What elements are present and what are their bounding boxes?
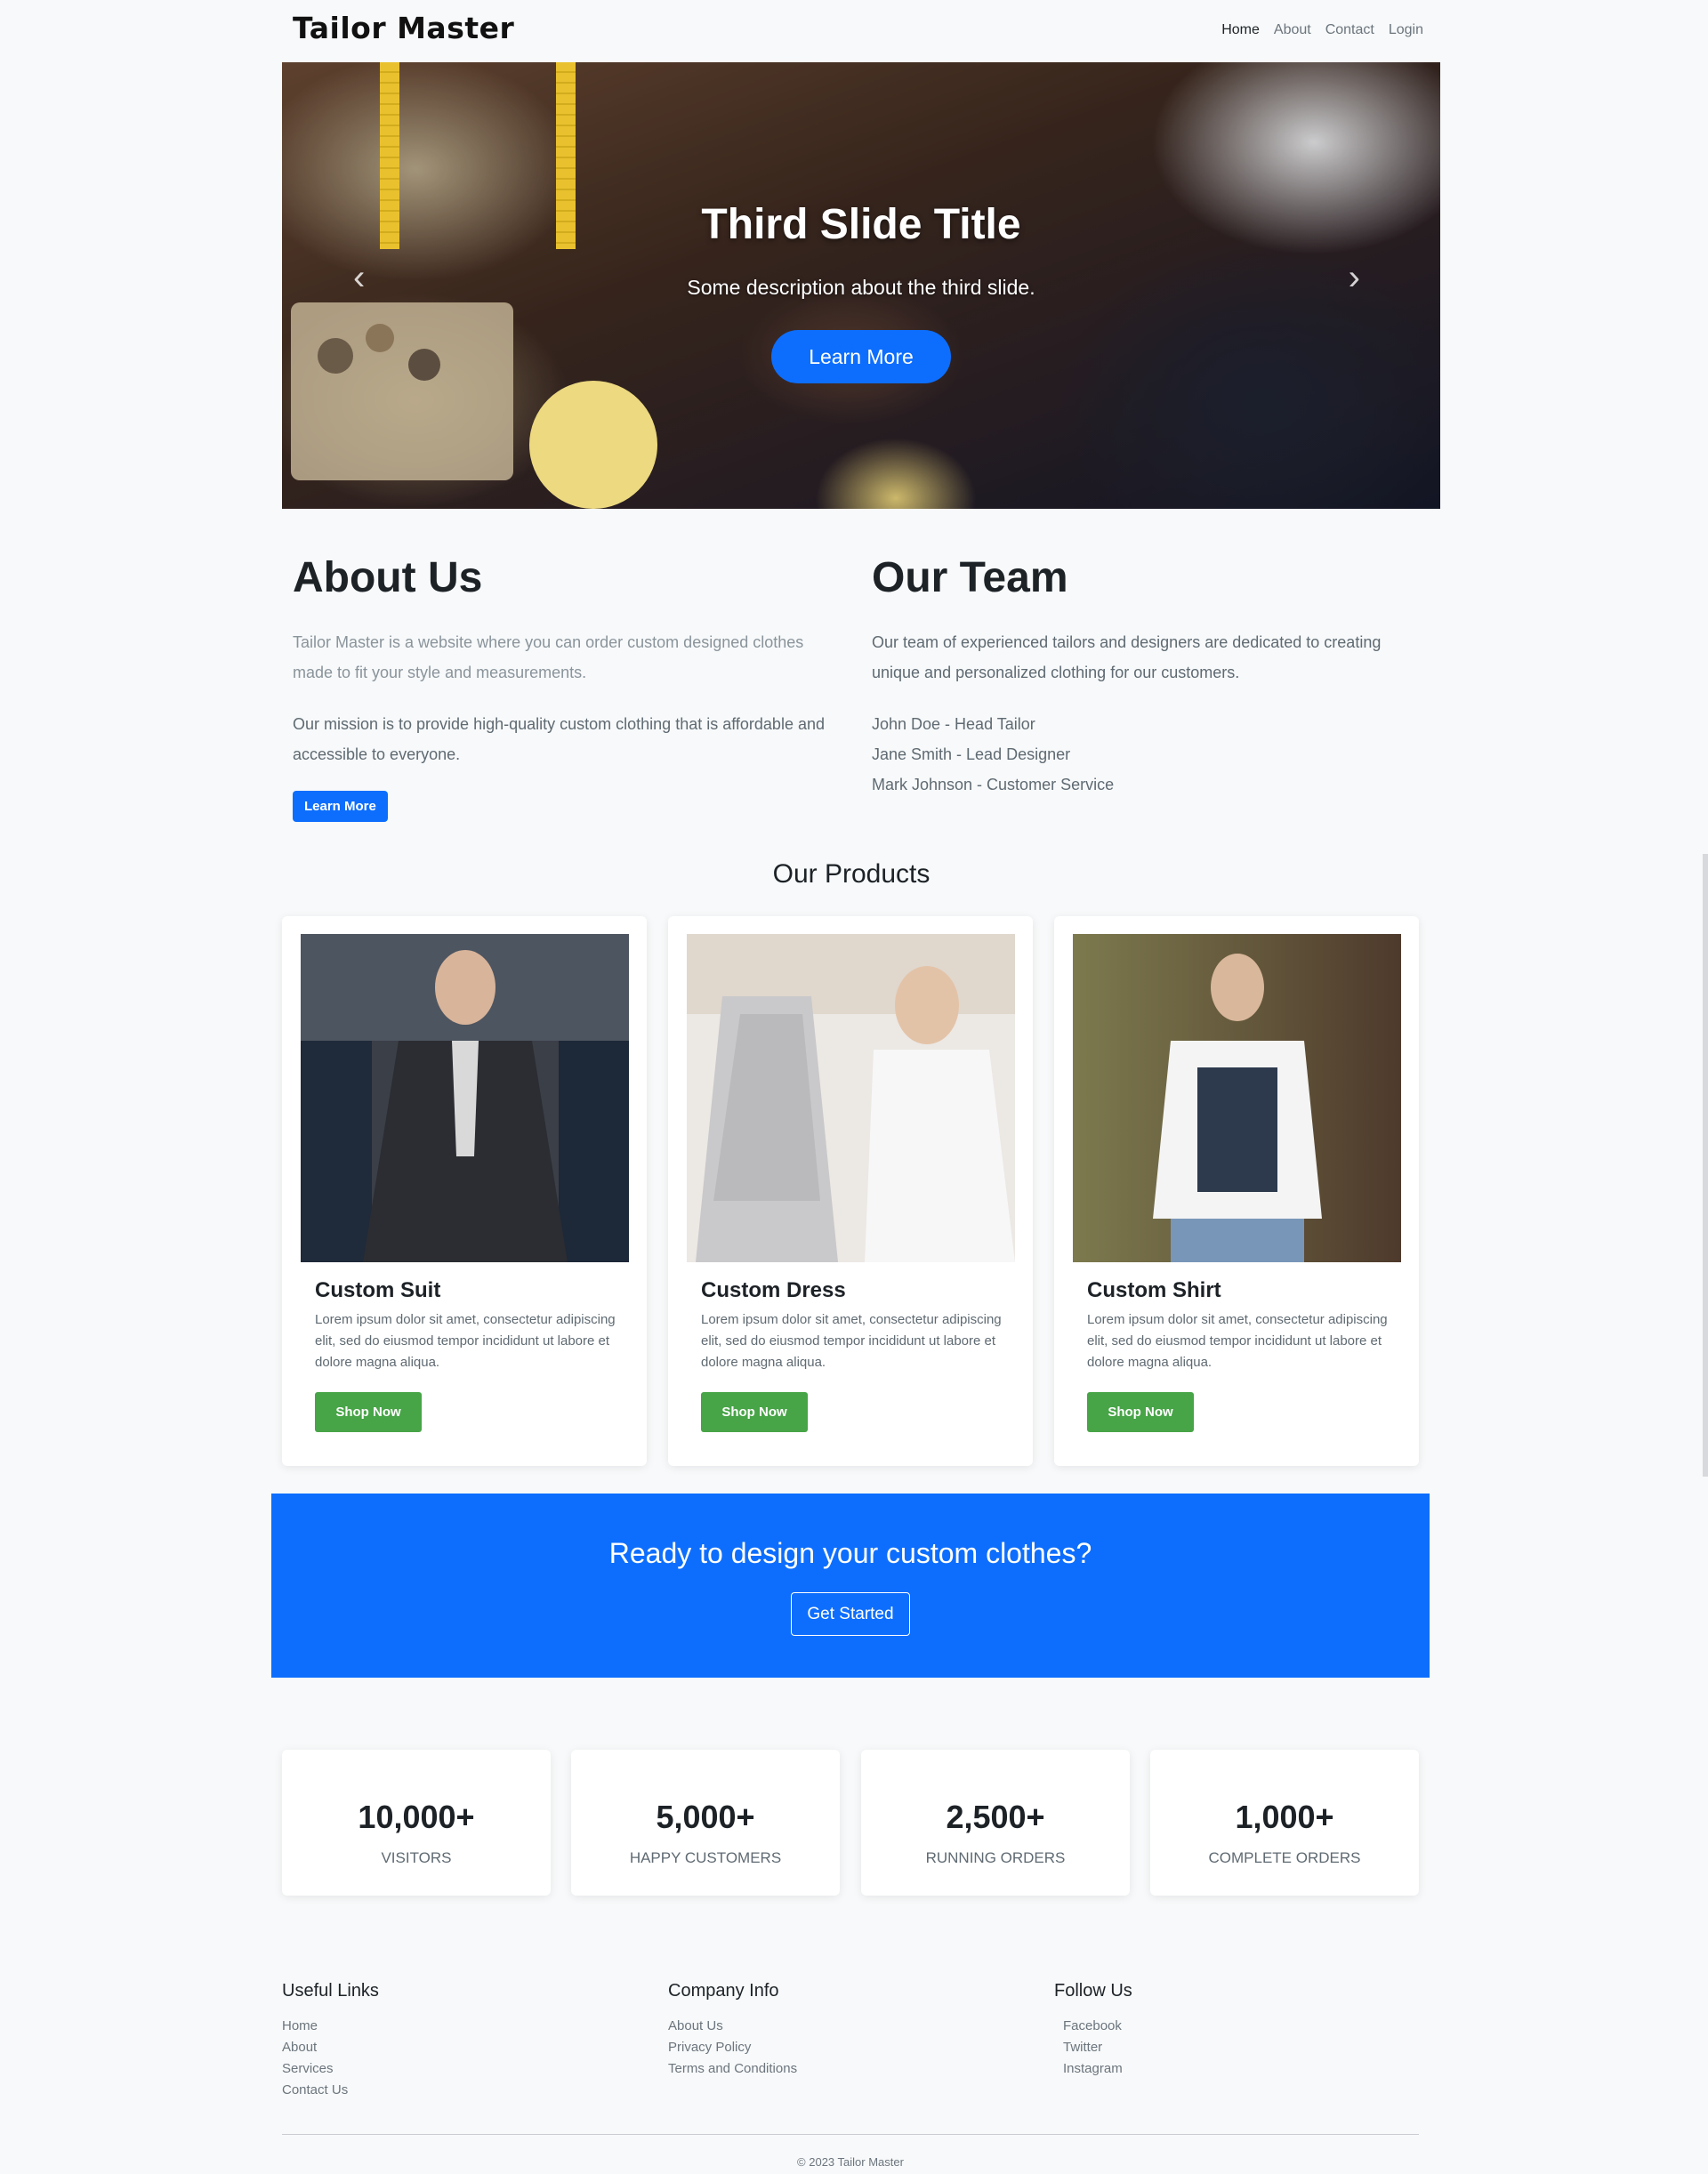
stat-card: 10,000+ VISITORS: [282, 1750, 551, 1896]
shop-now-button[interactable]: Shop Now: [1087, 1392, 1194, 1432]
stat-value: 2,500+: [946, 1799, 1045, 1835]
brand-logo[interactable]: Tailor Master: [293, 11, 514, 45]
stat-card: 5,000+ HAPPY CUSTOMERS: [571, 1750, 840, 1896]
yarn-ball-image: [529, 381, 657, 509]
about-title: About Us: [293, 554, 483, 601]
stat-label: COMPLETE ORDERS: [1208, 1849, 1361, 1866]
nav-contact-link[interactable]: Contact: [1325, 22, 1374, 38]
footer-useful-links: Useful Links Home About Services Contact…: [282, 1981, 379, 2101]
products-title: Our Products: [772, 859, 931, 889]
product-card: Custom Shirt Lorem ipsum dolor sit amet,…: [1054, 916, 1419, 1466]
nav-links: Home About Contact Login: [1221, 22, 1423, 38]
custom-shirt-image: [1073, 934, 1401, 1262]
copyright: © 2023 Tailor Master: [797, 2155, 904, 2169]
hero-learn-more-button[interactable]: Learn More: [771, 330, 951, 383]
footer-company-info: Company Info About Us Privacy Policy Ter…: [668, 1981, 797, 2080]
team-intro: Our team of experienced tailors and desi…: [872, 633, 1382, 681]
about-paragraph: Tailor Master is a website where you can…: [293, 633, 804, 681]
product-description: Lorem ipsum dolor sit amet, consectetur …: [315, 1312, 616, 1370]
nav-login-link[interactable]: Login: [1389, 22, 1423, 38]
footer-link-privacy[interactable]: Privacy Policy: [668, 2037, 797, 2058]
stat-value: 5,000+: [656, 1799, 755, 1835]
stat-label: RUNNING ORDERS: [925, 1849, 1066, 1866]
product-description: Lorem ipsum dolor sit amet, consectetur …: [1087, 1312, 1388, 1370]
footer-divider: [282, 2134, 1419, 2135]
scrollbar[interactable]: [1703, 854, 1708, 1477]
team-title: Our Team: [872, 554, 1068, 601]
footer-heading: Follow Us: [1054, 1981, 1132, 2001]
footer-heading: Useful Links: [282, 1981, 379, 2001]
team-member: John Doe - Head Tailor: [872, 715, 1035, 733]
mission-paragraph: Our mission is to provide high-quality c…: [293, 715, 825, 763]
product-name: Custom Shirt: [1087, 1278, 1221, 1302]
product-name: Custom Suit: [315, 1278, 441, 1302]
footer-follow-us: Follow Us Facebook Twitter Instagram: [1054, 1981, 1132, 2080]
custom-suit-image: [301, 934, 629, 1262]
cta-banner: Ready to design your custom clothes? Get…: [271, 1494, 1430, 1678]
footer-link-about[interactable]: About: [282, 2037, 379, 2058]
about-section: About Us Tailor Master is a website wher…: [282, 509, 1440, 850]
footer-link-contact[interactable]: Contact Us: [282, 2080, 379, 2101]
team-list: John Doe - Head Tailor Jane Smith - Lead…: [872, 709, 1423, 800]
nav-home-link[interactable]: Home: [1221, 22, 1260, 38]
team-member: Jane Smith - Lead Designer: [872, 745, 1071, 763]
footer-heading: Company Info: [668, 1981, 779, 2001]
footer-link-twitter[interactable]: Twitter: [1054, 2037, 1132, 2058]
footer-link-about-us[interactable]: About Us: [668, 2016, 797, 2037]
footer-link-terms[interactable]: Terms and Conditions: [668, 2058, 797, 2080]
shop-now-button[interactable]: Shop Now: [701, 1392, 808, 1432]
footer-link-services[interactable]: Services: [282, 2058, 379, 2080]
team-member: Mark Johnson - Customer Service: [872, 776, 1115, 793]
stat-label: HAPPY CUSTOMERS: [629, 1849, 782, 1866]
nav-about-link[interactable]: About: [1274, 22, 1311, 38]
stat-card: 1,000+ COMPLETE ORDERS: [1150, 1750, 1419, 1896]
stat-value: 1,000+: [1235, 1799, 1334, 1835]
shop-now-button[interactable]: Shop Now: [315, 1392, 422, 1432]
custom-dress-image: [687, 934, 1015, 1262]
product-card: Custom Dress Lorem ipsum dolor sit amet,…: [668, 916, 1033, 1466]
footer-link-instagram[interactable]: Instagram: [1054, 2058, 1132, 2080]
navbar: Tailor Master Home About Contact Login: [282, 0, 1440, 62]
stat-label: VISITORS: [381, 1849, 452, 1866]
get-started-button[interactable]: Get Started: [791, 1592, 910, 1636]
product-description: Lorem ipsum dolor sit amet, consectetur …: [701, 1312, 1002, 1370]
footer-link-facebook[interactable]: Facebook: [1054, 2016, 1132, 2037]
about-us-column: About Us Tailor Master is a website wher…: [293, 553, 844, 822]
product-name: Custom Dress: [701, 1278, 846, 1302]
product-card: Custom Suit Lorem ipsum dolor sit amet, …: [282, 916, 647, 1466]
footer-link-home[interactable]: Home: [282, 2016, 379, 2037]
hero-carousel: ‹ › Third Slide Title Some description a…: [282, 62, 1440, 509]
hero-title: Third Slide Title: [701, 201, 1021, 248]
hero-description: Some description about the third slide.: [687, 276, 1035, 299]
stat-value: 10,000+: [358, 1799, 475, 1835]
about-learn-more-button[interactable]: Learn More: [293, 791, 388, 822]
cta-title: Ready to design your custom clothes?: [608, 1537, 1092, 1569]
stat-card: 2,500+ RUNNING ORDERS: [861, 1750, 1130, 1896]
our-team-column: Our Team Our team of experienced tailors…: [872, 553, 1423, 800]
